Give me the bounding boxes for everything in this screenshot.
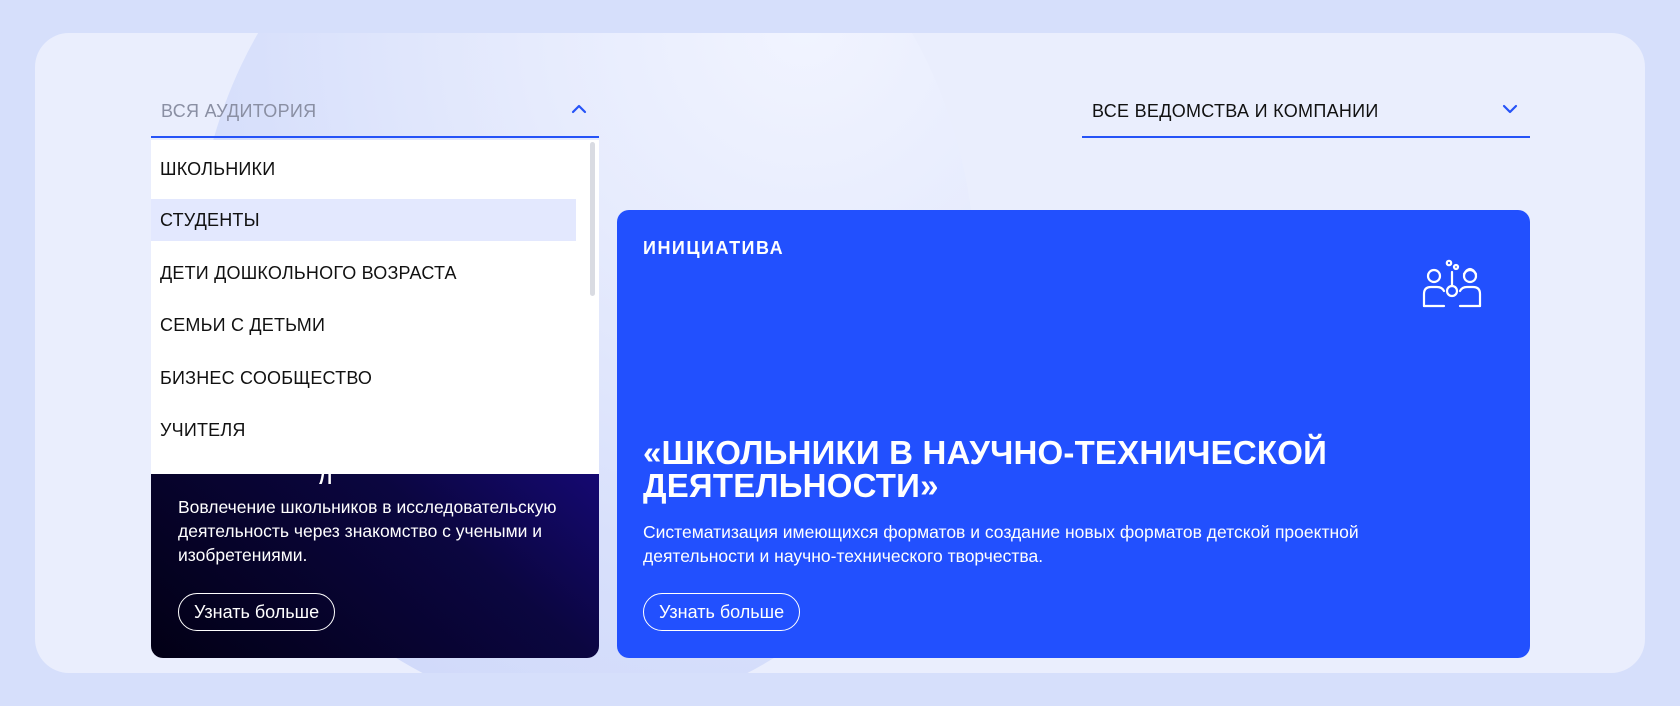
dropdown-option-selected[interactable]: СТУДЕНТЫ [151, 199, 576, 241]
dropdown-option[interactable]: ДЕТИ ДОШКОЛЬНОГО ВОЗРАСТА [151, 252, 576, 294]
scientists-icon [1422, 259, 1482, 308]
dropdown-option[interactable]: СЕМЬИ С ДЕТЬМИ [151, 304, 576, 346]
learn-more-button[interactable]: Узнать больше [643, 593, 801, 631]
audience-filter[interactable]: ВСЯ АУДИТОРИЯ [151, 93, 599, 138]
audience-filter-label: ВСЯ АУДИТОРИЯ [161, 101, 317, 121]
dropdown-option[interactable]: БИЗНЕС СООБЩЕСТВО [151, 357, 576, 399]
departments-filter-label: ВСЕ ВЕДОМСТВА И КОМПАНИИ [1092, 101, 1379, 121]
card-description: Вовлечение школьников в исследовательску… [178, 497, 557, 565]
dropdown-option[interactable]: УЧИТЕЛЯ [151, 409, 576, 451]
card-tag: ИНИЦИАТИВА [643, 238, 785, 258]
initiative-card-blue[interactable]: ИНИЦИАТИВА «ШКОЛЬНИКИ В НАУЧНО-ТЕХНИЧЕСК… [617, 210, 1530, 658]
departments-filter[interactable]: ВСЕ ВЕДОМСТВА И КОМПАНИИ [1082, 93, 1530, 138]
audience-dropdown-list: ШКОЛЬНИКИ СТУДЕНТЫ ДЕТИ ДОШКОЛЬНОГО ВОЗР… [151, 140, 599, 474]
chevron-down-icon [1502, 104, 1518, 114]
dropdown-scrollbar-thumb[interactable] [590, 142, 595, 296]
card-title: «ШКОЛЬНИКИ В НАУЧНО-ТЕХНИЧЕСКОЙ ДЕЯТЕЛЬН… [643, 434, 1328, 504]
card-description: Систематизация имеющихся форматов и созд… [643, 522, 1359, 566]
dropdown-option[interactable]: ШКОЛЬНИКИ [151, 148, 576, 190]
chevron-up-icon [571, 104, 587, 114]
dropdown-scrollbar[interactable] [590, 142, 595, 472]
learn-more-button[interactable]: Узнать больше [178, 593, 336, 631]
